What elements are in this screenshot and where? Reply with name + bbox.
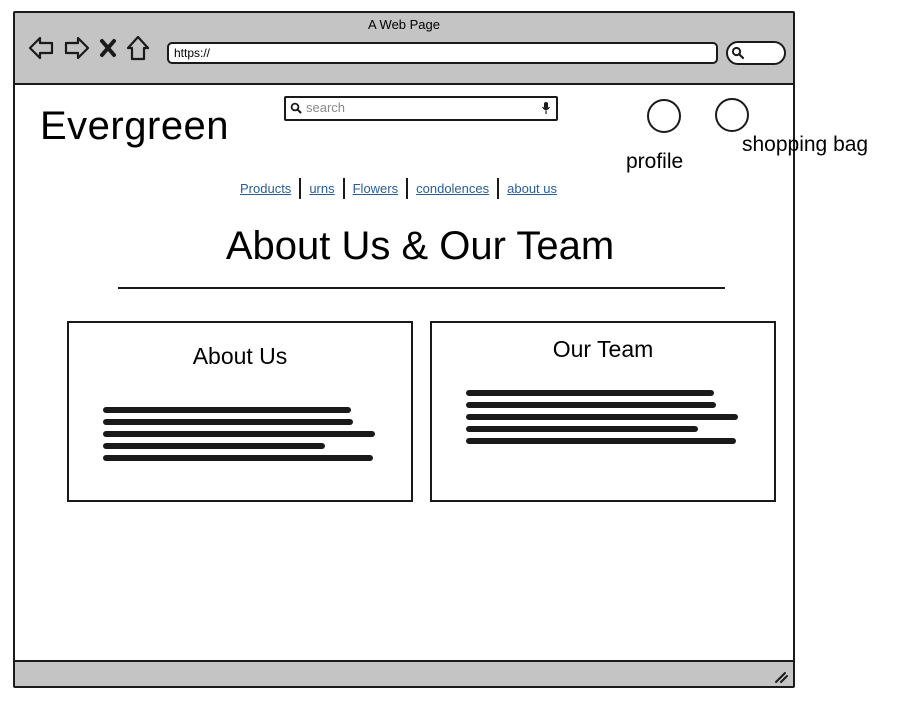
nav-flowers[interactable]: Flowers xyxy=(345,181,407,196)
profile-icon[interactable] xyxy=(647,99,681,133)
placeholder-text-line xyxy=(103,431,375,437)
placeholder-text-line xyxy=(103,407,351,413)
placeholder-text-line xyxy=(466,402,716,408)
placeholder-text-line xyxy=(466,438,736,444)
browser-titlebar: A Web Page https:// xyxy=(15,13,793,85)
our-team-card: Our Team xyxy=(430,321,776,502)
search-icon xyxy=(731,46,745,60)
search-icon xyxy=(290,102,302,114)
placeholder-text-line xyxy=(103,443,325,449)
our-team-text xyxy=(466,390,738,444)
site-search-input[interactable]: search xyxy=(284,96,558,121)
placeholder-text-line xyxy=(466,390,714,396)
browser-statusbar xyxy=(15,660,793,686)
home-icon[interactable] xyxy=(125,35,151,61)
address-bar[interactable]: https:// xyxy=(167,42,718,64)
placeholder-text-line xyxy=(103,419,353,425)
browser-search-button[interactable] xyxy=(726,41,786,65)
window-title: A Web Page xyxy=(367,17,441,32)
forward-icon[interactable] xyxy=(63,35,91,61)
shopping-bag-label[interactable]: shopping bag xyxy=(742,133,868,157)
nav-urns[interactable]: urns xyxy=(301,181,342,196)
search-placeholder: search xyxy=(306,100,346,115)
about-us-text xyxy=(103,407,375,461)
about-us-title: About Us xyxy=(192,343,288,369)
our-team-title: Our Team xyxy=(552,336,654,362)
nav-about-us[interactable]: about us xyxy=(499,181,565,196)
resize-grip-icon[interactable] xyxy=(773,670,789,684)
main-nav: Products urns Flowers condolences about … xyxy=(0,178,797,199)
placeholder-text-line xyxy=(466,426,698,432)
nav-condolences[interactable]: condolences xyxy=(408,181,497,196)
shopping-bag-icon[interactable] xyxy=(715,98,749,132)
placeholder-text-line xyxy=(466,414,738,420)
page-title: About Us & Our Team xyxy=(225,224,615,268)
back-icon[interactable] xyxy=(27,35,55,61)
profile-label[interactable]: profile xyxy=(626,150,683,174)
heading-divider xyxy=(118,287,725,289)
site-logo[interactable]: Evergreen xyxy=(40,104,229,149)
microphone-icon[interactable] xyxy=(541,101,551,115)
stop-icon[interactable] xyxy=(99,35,117,61)
about-us-card: About Us xyxy=(67,321,413,502)
placeholder-text-line xyxy=(103,455,373,461)
nav-products[interactable]: Products xyxy=(232,181,299,196)
